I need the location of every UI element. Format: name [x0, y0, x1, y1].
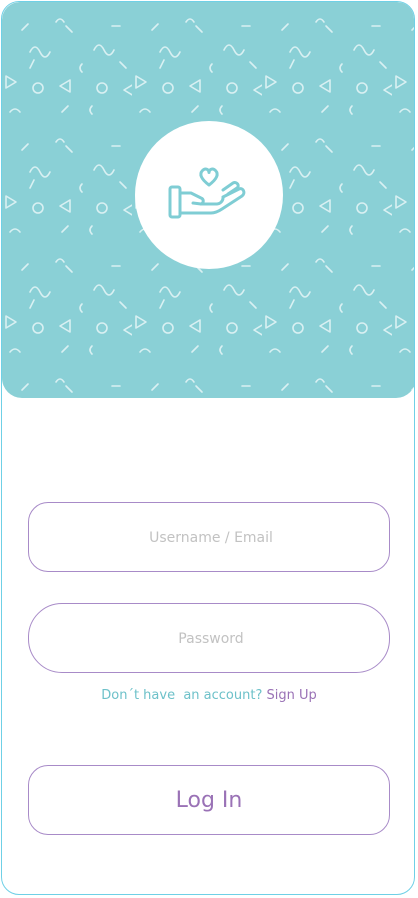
hero-banner — [2, 2, 414, 398]
password-input[interactable] — [29, 604, 393, 674]
login-card: Don´t have an account? Sign Up Log In — [1, 1, 415, 895]
signup-prompt-text: Don´t have an account? — [101, 688, 263, 703]
hand-holding-heart-icon — [168, 167, 246, 219]
sign-up-link[interactable]: Sign Up — [267, 688, 317, 703]
logo-circle — [135, 121, 283, 269]
password-field[interactable] — [28, 603, 393, 674]
signup-prompt: Don´t have an account? Sign Up — [2, 688, 414, 703]
login-button[interactable]: Log In — [28, 765, 390, 835]
username-input[interactable] — [29, 503, 393, 573]
username-field[interactable] — [28, 502, 393, 573]
